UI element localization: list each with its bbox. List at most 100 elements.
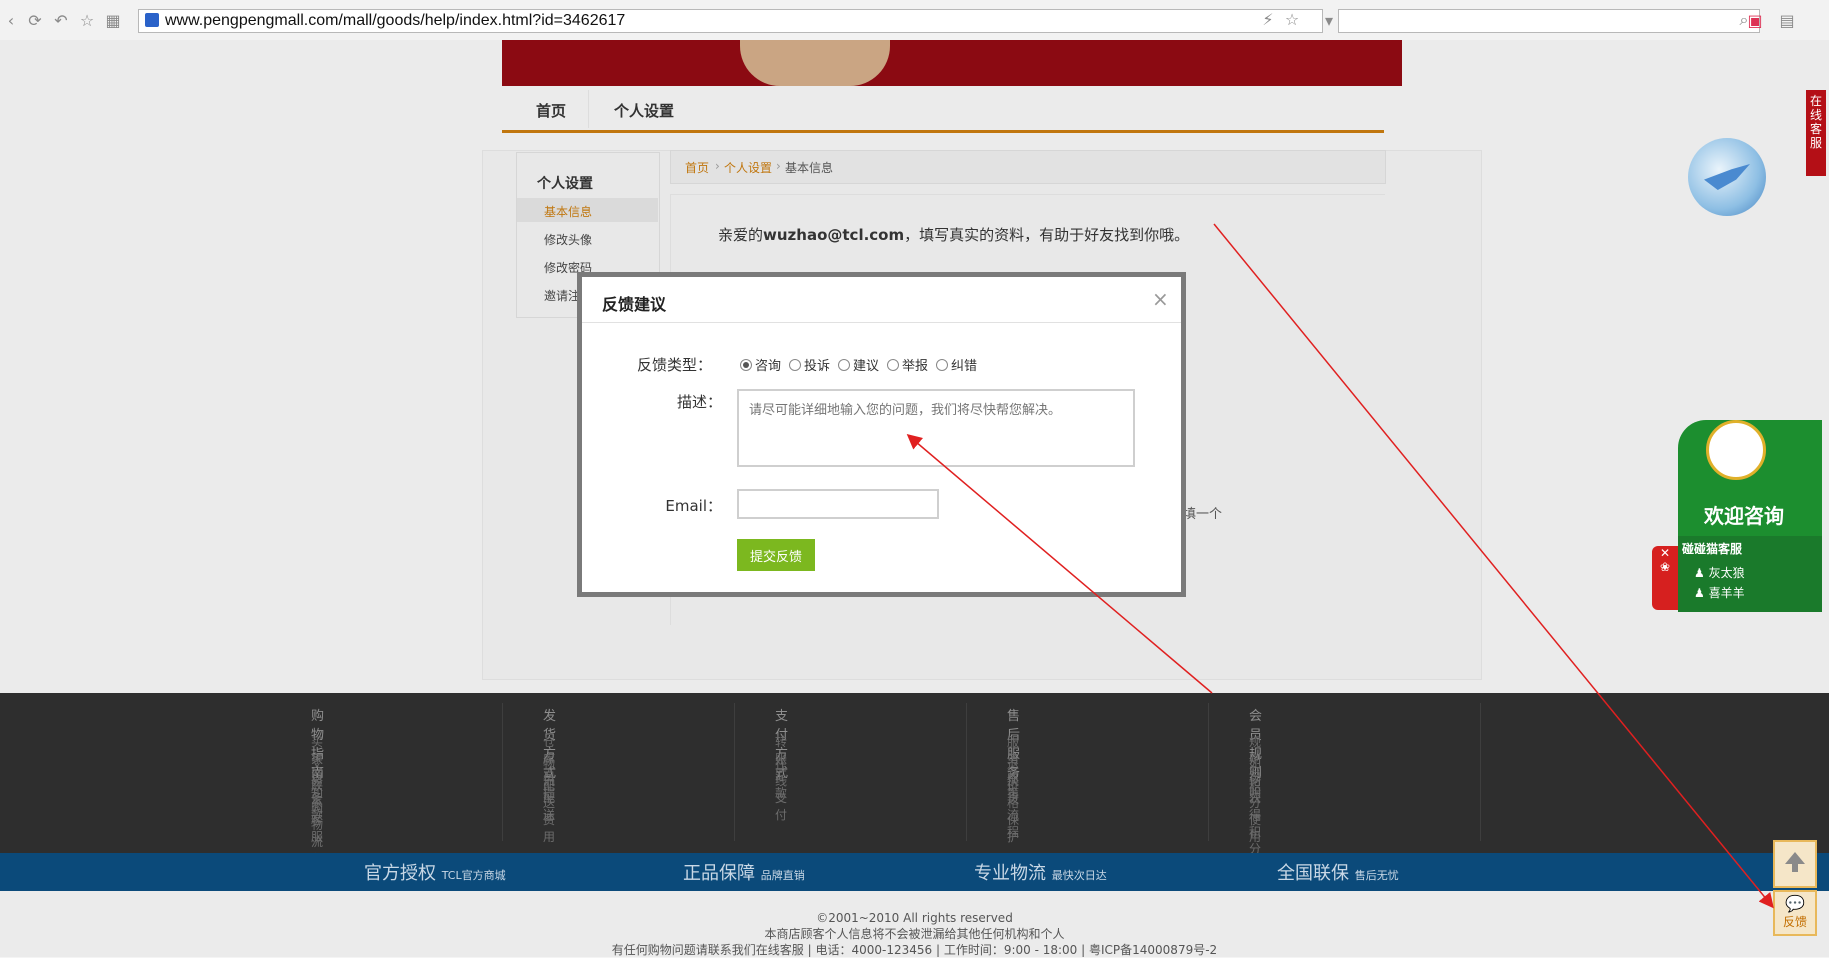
radio-correction[interactable]: 纠错: [936, 355, 977, 374]
service-title: 碰碰猫客服: [1682, 542, 1743, 556]
bookmark-star-icon[interactable]: ☆: [1283, 11, 1301, 29]
email-label: Email：: [665, 497, 722, 515]
guarantee-small: 品牌直销: [760, 869, 805, 882]
radio-consult[interactable]: 咨询: [740, 355, 781, 374]
close-icon[interactable]: ×: [1152, 287, 1169, 311]
banner-figure: [740, 40, 890, 86]
banner: [502, 40, 1402, 86]
arrow-up-icon: [1785, 852, 1805, 872]
guarantee-big: 专业物流: [974, 863, 1046, 884]
welcome-title: 欢迎咨询: [1704, 504, 1784, 528]
radio-dot[interactable]: [838, 359, 850, 371]
agent-name[interactable]: 喜羊羊: [1709, 586, 1745, 600]
sidebar-item-avatar[interactable]: 修改头像: [544, 231, 592, 248]
snowman-icon: [1706, 420, 1766, 480]
radio-label[interactable]: 建议: [853, 359, 879, 374]
close-icon[interactable]: ✕: [1660, 546, 1670, 560]
radio-suggestion[interactable]: 建议: [838, 355, 879, 374]
back-icon[interactable]: ‹: [2, 12, 20, 30]
breadcrumb-personal[interactable]: 个人设置: [724, 159, 772, 176]
back-to-top-button[interactable]: [1773, 840, 1817, 888]
extension-icon[interactable]: ▣: [1746, 12, 1764, 30]
footer-link[interactable]: 在线支付: [775, 755, 787, 823]
feedback-modal: 反馈建议 × 反馈类型： 咨询 投诉 建议 举报 纠错 描述： Email： 提…: [577, 272, 1186, 597]
close-consult-button[interactable]: ✕ ❀: [1652, 546, 1678, 610]
bird-logo-icon[interactable]: [1688, 138, 1766, 216]
footer-link[interactable]: 价格保护: [1007, 777, 1019, 845]
guarantee-big: 全国联保: [1277, 863, 1349, 884]
guarantee-item: 官方授权 TCL官方商城: [364, 859, 506, 885]
breadcrumb-sep: ›: [776, 159, 781, 173]
footer-divider: [1480, 703, 1481, 841]
copyright-block: ©2001~2010 All rights reserved 本商店顾客个人信息…: [0, 910, 1829, 958]
radio-label[interactable]: 纠错: [951, 359, 977, 374]
chat-bubble-icon: 💬: [1785, 894, 1805, 913]
online-service-tab[interactable]: 在线客服: [1806, 90, 1826, 176]
address-bar[interactable]: www.pengpengmall.com/mall/goods/help/ind…: [138, 9, 1323, 33]
footer: 购物指南 买家须知 交易条款 联系客服 购物流程 发货方式 仓库自提 物流配送 …: [0, 693, 1829, 866]
sidebar-item-invite[interactable]: 邀请注: [544, 287, 580, 304]
breadcrumb-home[interactable]: 首页: [685, 159, 709, 176]
contact-text: 有任何购物问题请联系我们在线客服 | 电话：4000-123456 | 工作时间…: [611, 943, 1218, 957]
search-input[interactable]: ⌕: [1338, 9, 1760, 33]
user-email: wuzhao@tcl.com: [763, 226, 905, 244]
guarantee-big: 官方授权: [364, 863, 436, 884]
address-url[interactable]: www.pengpengmall.com/mall/goods/help/ind…: [165, 12, 625, 30]
agent-name[interactable]: 灰太狼: [1709, 566, 1745, 580]
footer-divider: [734, 703, 735, 841]
submit-feedback-button[interactable]: 提交反馈: [737, 539, 815, 571]
window-icon[interactable]: ▤: [1778, 12, 1796, 30]
breadcrumb-sep: ›: [715, 159, 720, 173]
online-service-label: 在线客服: [1810, 94, 1823, 150]
greeting-pre: 亲爱的: [718, 226, 764, 244]
footer-divider: [502, 703, 503, 841]
guarantee-small: 售后无忧: [1354, 869, 1399, 882]
reload-icon[interactable]: ⟳: [26, 12, 44, 30]
breadcrumb: 首页 › 个人设置 › 基本信息: [670, 150, 1386, 184]
consult-widget[interactable]: 欢迎咨询 碰碰猫客服 ♟ 灰太狼 ♟ 喜羊羊: [1678, 420, 1822, 612]
tab-personal[interactable]: 个人设置: [614, 100, 674, 121]
radio-label[interactable]: 咨询: [755, 359, 781, 374]
guarantee-bar: 官方授权 TCL官方商城 正品保障 品牌直销 专业物流 最快次日达 全国联保 售…: [0, 853, 1829, 891]
radio-dot[interactable]: [789, 359, 801, 371]
type-label: 反馈类型：: [636, 356, 712, 374]
radio-report[interactable]: 举报: [887, 355, 928, 374]
footer-divider: [1208, 703, 1209, 841]
description-textarea[interactable]: [737, 389, 1135, 467]
radio-label[interactable]: 举报: [902, 359, 928, 374]
radio-dot[interactable]: [936, 359, 948, 371]
footer-divider: [966, 703, 967, 841]
radio-dot[interactable]: [887, 359, 899, 371]
radio-complaint[interactable]: 投诉: [789, 355, 830, 374]
grid-icon[interactable]: ▦: [104, 12, 122, 30]
footer-link[interactable]: 积分使用: [1249, 777, 1261, 845]
guarantee-item: 专业物流 最快次日达: [974, 859, 1107, 885]
dropdown-icon[interactable]: ▾: [1320, 12, 1338, 30]
star-icon[interactable]: ☆: [78, 12, 96, 30]
guarantee-item: 正品保障 品牌直销: [683, 859, 805, 885]
guarantee-small: 最快次日达: [1051, 869, 1107, 882]
lightning-icon[interactable]: ⚡: [1259, 11, 1277, 29]
agent-link[interactable]: ♟ 灰太狼: [1694, 564, 1745, 581]
greeting-text: 亲爱的wuzhao@tcl.com，填写真实的资料，有助于好友找到你哦。: [718, 224, 1189, 245]
paw-icon: ❀: [1659, 560, 1671, 574]
undo-icon[interactable]: ↶: [52, 12, 70, 30]
tab-home[interactable]: 首页: [536, 100, 566, 121]
guarantee-big: 正品保障: [683, 863, 755, 884]
modal-divider: [582, 322, 1181, 323]
bird-shape: [1704, 164, 1750, 190]
privacy-text: 本商店顾客个人信息将不会被泄漏给其他任何机构和个人: [764, 927, 1065, 941]
tab-divider: [588, 90, 589, 128]
radio-dot[interactable]: [740, 359, 752, 371]
modal-title: 反馈建议: [602, 295, 667, 314]
sidebar-item-basic-info[interactable]: 基本信息: [544, 203, 592, 220]
desc-label: 描述：: [676, 393, 722, 411]
feedback-button[interactable]: 💬 反馈: [1773, 890, 1817, 936]
footer-link[interactable]: 配送费用: [543, 777, 555, 845]
sidebar-title: 个人设置: [537, 176, 593, 192]
radio-label[interactable]: 投诉: [804, 359, 830, 374]
shield-icon: [145, 13, 159, 27]
main-nav: 首页 个人设置: [502, 90, 1384, 133]
agent-link[interactable]: ♟ 喜羊羊: [1694, 584, 1745, 601]
email-field[interactable]: [737, 489, 939, 519]
